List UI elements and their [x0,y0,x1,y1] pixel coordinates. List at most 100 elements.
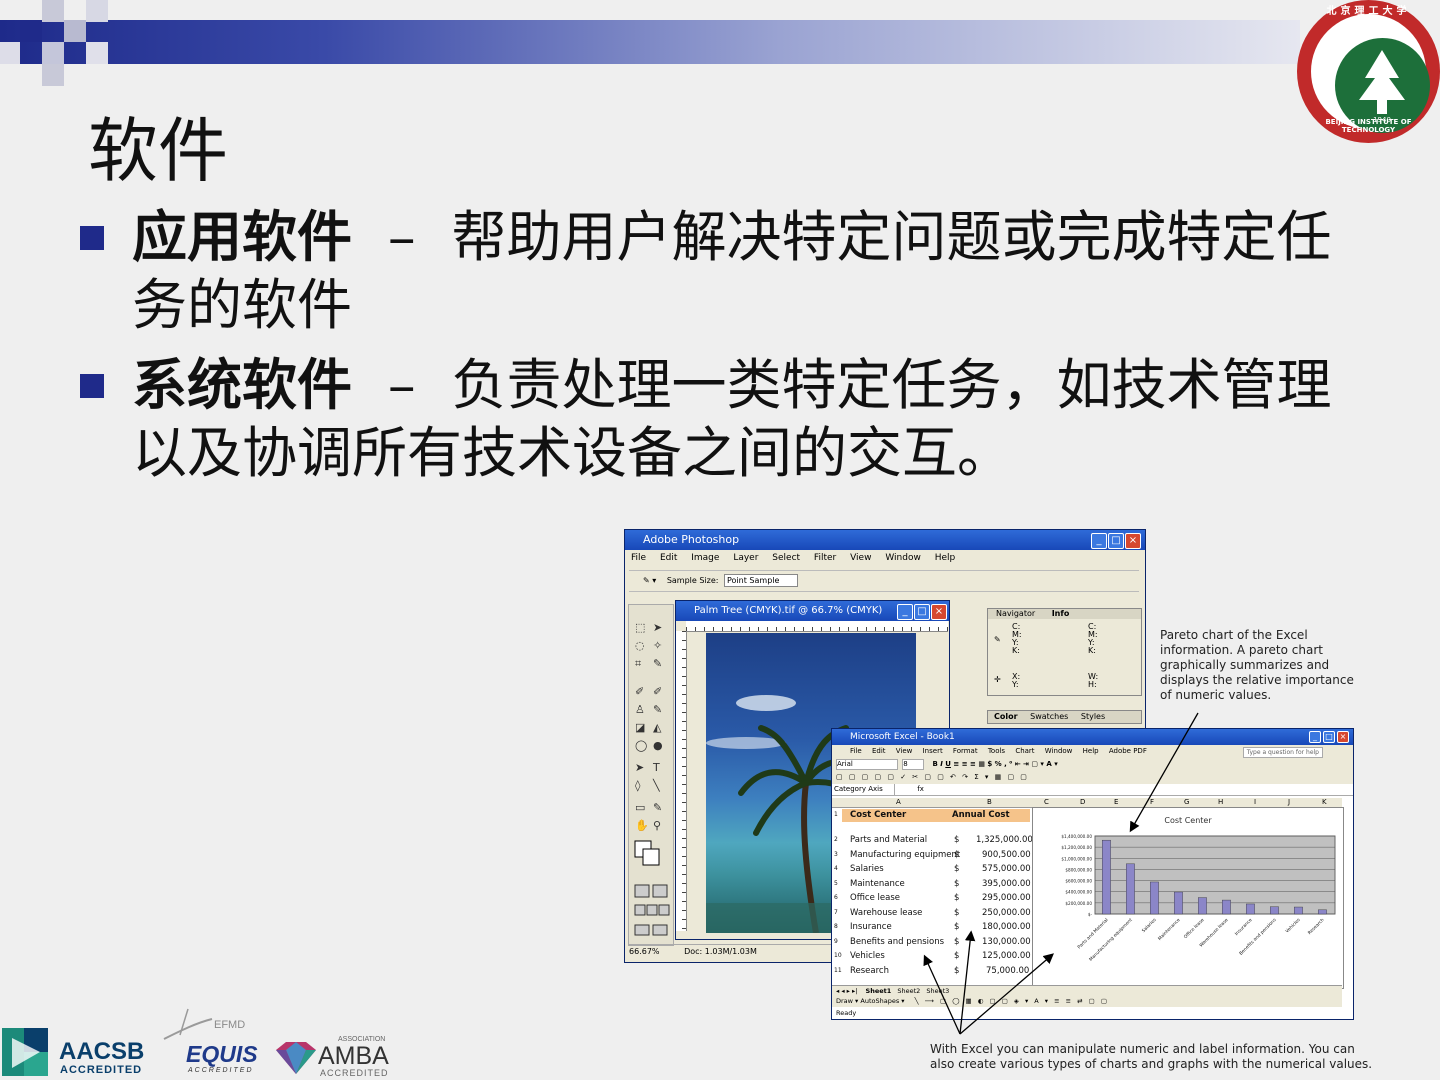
table-row-name[interactable]: Office lease [850,893,900,903]
table-row-currency[interactable]: $ [954,951,959,961]
doc-maximize-button[interactable]: □ [914,604,930,620]
excel-minimize-button[interactable]: _ [1309,731,1321,743]
font-size-select[interactable]: 8 [902,759,925,770]
table-row-currency[interactable]: $ [954,966,959,976]
table-row-name[interactable]: Salaries [850,864,884,874]
excel-menu-edit[interactable]: Edit [872,747,886,755]
drawing-toolbar: Draw ▾ AutoShapes ▾ ╲ ⟶ ▢ ◯ ▦ ◐ ▢ ▢ ◈ ▾ … [832,996,1342,1007]
column-header-e[interactable]: E [1114,798,1118,807]
excel-maximize-button[interactable]: □ [1323,731,1335,743]
draw-menu[interactable]: Draw ▾ AutoShapes ▾ [836,997,905,1005]
table-row-value[interactable]: 130,000.00 [982,937,1031,947]
table-row-name[interactable]: Research [850,966,889,976]
table-row-name[interactable]: Manufacturing equipment [850,850,960,860]
menu-edit[interactable]: Edit [660,553,677,563]
table-row-value[interactable]: 125,000.00 [982,951,1031,961]
svg-text:✎: ✎ [653,657,662,670]
sheet-tab-3[interactable]: Sheet3 [926,987,949,995]
excel-help-box[interactable]: Type a question for help [1242,747,1323,758]
excel-menu-file[interactable]: File [850,747,862,755]
table-row-name[interactable]: Warehouse lease [850,908,922,918]
x-tick-label: Research [1307,917,1326,936]
excel-menu-format[interactable]: Format [953,747,978,755]
header-cost-center[interactable]: Cost Center [850,810,906,820]
excel-menu-window[interactable]: Window [1045,747,1073,755]
table-row-name[interactable]: Parts and Material [850,835,927,845]
sheet-nav-icon[interactable]: ◂ ◂ ▸ ▸| [836,987,857,995]
table-row-value[interactable]: 395,000.00 [982,879,1031,889]
column-header-b[interactable]: B [987,798,992,807]
table-row-value[interactable]: 900,500.00 [982,850,1031,860]
bullet-1-term: 应用软件 [132,205,353,269]
tab-styles[interactable]: Styles [1081,712,1105,721]
menu-help[interactable]: Help [935,553,956,563]
table-row-currency[interactable]: $ [954,908,959,918]
sheet-tab-2[interactable]: Sheet2 [897,987,920,995]
table-row-name[interactable]: Insurance [850,922,892,932]
excel-menu-tools[interactable]: Tools [988,747,1005,755]
column-header-k[interactable]: K [1322,798,1327,807]
menu-view[interactable]: View [850,553,871,563]
excel-close-button[interactable]: × [1337,731,1349,743]
table-row-currency[interactable]: $ [954,922,959,932]
table-row-currency[interactable]: $ [954,864,959,874]
menu-image[interactable]: Image [691,553,719,563]
menu-filter[interactable]: Filter [814,553,836,563]
table-row-value[interactable]: 250,000.00 [982,908,1031,918]
menu-window[interactable]: Window [885,553,921,563]
table-row-name[interactable]: Vehicles [850,951,885,961]
ruler-horizontal [686,621,948,632]
column-header-i[interactable]: I [1254,798,1256,807]
maximize-button[interactable]: □ [1108,533,1124,549]
sample-size-select[interactable]: Point Sample [724,574,799,587]
sheet-tab-1[interactable]: Sheet1 [866,987,892,995]
doc-minimize-button[interactable]: _ [897,604,913,620]
pareto-chart[interactable]: Cost Center $1,400,000.00 $1,200,000.00 $1… [1032,807,1344,989]
font-select[interactable]: Arial [836,759,898,770]
table-row-value[interactable]: 295,000.00 [982,893,1031,903]
close-button[interactable]: × [1125,533,1141,549]
table-row-currency[interactable]: $ [954,937,959,947]
doc-close-button[interactable]: × [931,604,947,620]
tab-navigator[interactable]: Navigator [996,609,1035,618]
table-row-name[interactable]: Maintenance [850,879,905,889]
tab-swatches[interactable]: Swatches [1030,712,1068,721]
tab-color[interactable]: Color [994,712,1018,721]
table-row-currency[interactable]: $ [954,879,959,889]
table-row-currency[interactable]: $ [954,893,959,903]
table-row-value[interactable]: 180,000.00 [982,922,1031,932]
tab-info[interactable]: Info [1052,609,1070,618]
excel-menu-insert[interactable]: Insert [923,747,943,755]
column-header-d[interactable]: D [1080,798,1085,807]
column-header-g[interactable]: G [1184,798,1189,807]
excel-standard-toolbar[interactable]: ▢ ▢ ▢ ▢ ▢ ✓ ✂ ▢ ▢ ↶ ↷ Σ ▾ ▦ ▢ ▢ [832,771,1353,784]
column-header-c[interactable]: C [1044,798,1049,807]
toolbox-icons[interactable]: ⬚ ➤ ◌ ✧ ⌗ ✎ ✐ ✐ ♙ ✎ ◪ ◭ ◯ ● ➤ T ◊ ╲ ▭ ✎ ✋ ⚲ [629,605,673,945]
excel-menu-view[interactable]: View [896,747,913,755]
menu-select[interactable]: Select [772,553,800,563]
excel-formula-bar: Category Axis fx [832,784,1353,796]
drawing-tool-icons[interactable]: ╲ ⟶ ▢ ◯ ▦ ◐ ▢ ▢ ◈ ▾ A ▾ ≡ ≡ ⇄ ▢ ▢ [915,997,1109,1005]
table-row-name[interactable]: Benefits and pensions [850,937,944,947]
chart-bar [1294,906,1303,915]
bold-italic-underline-icons[interactable]: B I U ≡ ≡ ≡ ▦ $ % , ⁰ ⇤ ⇥ ▢ ▾ A ▾ [932,760,1057,768]
menu-file[interactable]: File [631,553,646,563]
table-row-value[interactable]: 75,000.00 [986,966,1029,976]
column-header-a[interactable]: A [896,798,901,807]
table-row-value[interactable]: 575,000.00 [982,864,1031,874]
column-header-h[interactable]: H [1218,798,1223,807]
excel-menu-help[interactable]: Help [1083,747,1099,755]
eyedropper-icon[interactable]: ✎ ▾ [643,576,656,585]
excel-menu-adobe-pdf[interactable]: Adobe PDF [1109,747,1147,755]
column-header-f[interactable]: F [1150,798,1154,807]
excel-menu-chart[interactable]: Chart [1015,747,1034,755]
name-box[interactable]: Category Axis [832,784,895,795]
table-row-value[interactable]: 1,325,000.00 [976,835,1033,845]
table-row-currency[interactable]: $ [954,835,959,845]
excel-caption: With Excel you can manipulate numeric an… [930,1042,1410,1072]
header-annual-cost[interactable]: Annual Cost [952,810,1010,820]
menu-layer[interactable]: Layer [733,553,758,563]
table-row-currency[interactable]: $ [954,850,959,860]
column-header-j[interactable]: J [1288,798,1290,807]
minimize-button[interactable]: _ [1091,533,1107,549]
